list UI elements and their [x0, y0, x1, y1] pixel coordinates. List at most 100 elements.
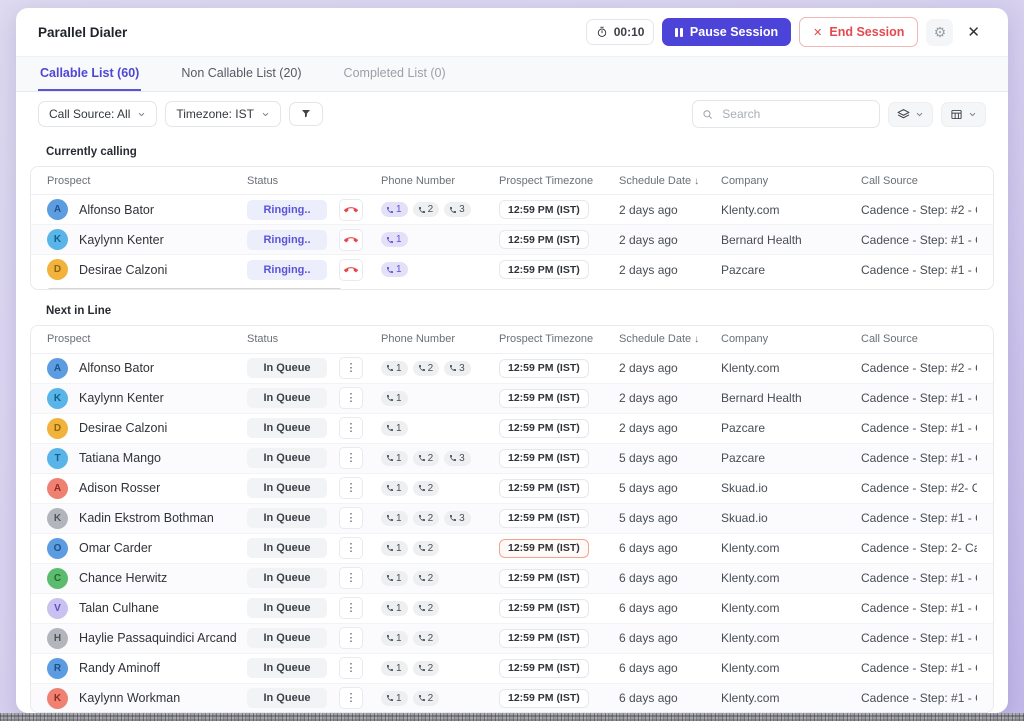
- filter-group: Call Source: All Timezone: IST: [38, 101, 323, 127]
- phone-icon: [418, 604, 426, 612]
- company: Klenty.com: [721, 361, 861, 375]
- next-in-line-title: Next in Line: [46, 305, 978, 317]
- prospect-name: Alfonso Bator: [79, 361, 154, 375]
- table-row: KKaylynn KenterRinging..112:59 PM (IST)2…: [31, 225, 993, 255]
- call-source: Cadence - Step: #1 - Ca...: [861, 511, 977, 525]
- table-tools: [692, 100, 986, 128]
- more-filters-button[interactable]: [289, 102, 323, 126]
- kebab-icon: ⋮: [346, 603, 357, 614]
- pause-session-button[interactable]: Pause Session: [662, 18, 791, 46]
- timezone-chip: 12:59 PM (IST): [499, 659, 589, 678]
- schedule-date: 2 days ago: [619, 263, 721, 277]
- phone-line-chip[interactable]: 1: [381, 391, 408, 406]
- phone-line-chip[interactable]: 1: [381, 451, 408, 466]
- call-source: Cadence - Step: #2 - Ca...: [861, 361, 977, 375]
- phone-line-chip[interactable]: 2: [413, 661, 440, 676]
- status-badge: In Queue: [247, 628, 327, 648]
- phone-line-chip[interactable]: 2: [413, 571, 440, 586]
- phone-line-chip[interactable]: 2: [413, 361, 440, 376]
- phone-line-chip[interactable]: 1: [381, 421, 408, 436]
- kebab-icon: ⋮: [346, 633, 357, 644]
- currently-calling-head: ProspectStatusPhone NumberProspect Timez…: [31, 167, 993, 195]
- phone-line-chip[interactable]: 1: [381, 511, 408, 526]
- phone-icon: [386, 236, 394, 244]
- row-menu-button[interactable]: ⋮: [339, 537, 363, 559]
- column-header[interactable]: Schedule Date↓: [619, 175, 721, 187]
- schedule-date: 5 days ago: [619, 481, 721, 495]
- phone-line-chip[interactable]: 1: [381, 202, 408, 217]
- phone-line-chip[interactable]: 3: [444, 451, 471, 466]
- timezone-filter[interactable]: Timezone: IST: [165, 101, 281, 127]
- kebab-icon: ⋮: [346, 543, 357, 554]
- hangup-button[interactable]: [339, 229, 363, 251]
- phone-line-chip[interactable]: 1: [381, 262, 408, 277]
- tab-non-callable-list[interactable]: Non Callable List (20): [179, 57, 303, 91]
- phone-line-chip[interactable]: 3: [444, 202, 471, 217]
- schedule-date: 6 days ago: [619, 631, 721, 645]
- hangup-button[interactable]: [339, 259, 363, 281]
- scrollbar-thumb[interactable]: [47, 288, 342, 290]
- row-menu-button[interactable]: ⋮: [339, 447, 363, 469]
- phone-line-chip[interactable]: 2: [413, 481, 440, 496]
- row-menu-button[interactable]: ⋮: [339, 657, 363, 679]
- phone-line-chip[interactable]: 1: [381, 571, 408, 586]
- phone-line-chip[interactable]: 2: [413, 202, 440, 217]
- columns-dropdown[interactable]: [941, 102, 986, 127]
- tab-completed-list[interactable]: Completed List (0): [342, 57, 448, 91]
- phone-line-chip[interactable]: 2: [413, 511, 440, 526]
- hangup-button[interactable]: [339, 199, 363, 221]
- phone-line-chip[interactable]: 1: [381, 691, 408, 706]
- row-menu-button[interactable]: ⋮: [339, 387, 363, 409]
- phone-line-chip[interactable]: 1: [381, 601, 408, 616]
- call-source-filter[interactable]: Call Source: All: [38, 101, 157, 127]
- currently-calling-rows: AAlfonso BatorRinging..12312:59 PM (IST)…: [31, 195, 993, 284]
- phone-line-chip[interactable]: 1: [381, 232, 408, 247]
- phone-line-chip[interactable]: 1: [381, 661, 408, 676]
- row-menu-button[interactable]: ⋮: [339, 597, 363, 619]
- row-menu-button[interactable]: ⋮: [339, 627, 363, 649]
- column-header: Company: [721, 175, 861, 187]
- row-menu-button[interactable]: ⋮: [339, 477, 363, 499]
- row-menu-button[interactable]: ⋮: [339, 507, 363, 529]
- phone-line-chip[interactable]: 2: [413, 451, 440, 466]
- phone-icon: [418, 634, 426, 642]
- phone-line-chip[interactable]: 3: [444, 511, 471, 526]
- avatar: V: [47, 598, 68, 619]
- company: Bernard Health: [721, 233, 861, 247]
- schedule-date: 6 days ago: [619, 661, 721, 675]
- tab-callable-list[interactable]: Callable List (60): [38, 57, 141, 91]
- phone-icon: [386, 664, 394, 672]
- phone-line-chip[interactable]: 2: [413, 541, 440, 556]
- column-header[interactable]: Schedule Date↓: [619, 333, 721, 345]
- schedule-date: 5 days ago: [619, 451, 721, 465]
- phone-line-chip[interactable]: 1: [381, 631, 408, 646]
- schedule-date: 6 days ago: [619, 691, 721, 705]
- table-row: OOmar CarderIn Queue⋮1212:59 PM (IST)6 d…: [31, 534, 993, 564]
- schedule-date: 2 days ago: [619, 361, 721, 375]
- settings-button[interactable]: ⚙: [926, 19, 953, 46]
- prospect-name: Desirae Calzoni: [79, 421, 167, 435]
- phone-line-chip[interactable]: 2: [413, 691, 440, 706]
- layers-dropdown[interactable]: [888, 102, 933, 127]
- next-in-line-head: ProspectStatusPhone NumberProspect Timez…: [31, 326, 993, 354]
- phone-line-chip[interactable]: 1: [381, 361, 408, 376]
- next-in-line-rows: AAlfonso BatorIn Queue⋮12312:59 PM (IST)…: [31, 354, 993, 713]
- hangup-icon: [344, 263, 358, 277]
- row-menu-button[interactable]: ⋮: [339, 567, 363, 589]
- phone-line-chip[interactable]: 3: [444, 361, 471, 376]
- phone-line-chip[interactable]: 2: [413, 631, 440, 646]
- phone-icon: [418, 694, 426, 702]
- table-row: VTalan CulhaneIn Queue⋮1212:59 PM (IST)6…: [31, 594, 993, 624]
- search-box: [692, 100, 880, 128]
- search-input[interactable]: [720, 106, 870, 122]
- currently-calling-table: ProspectStatusPhone NumberProspect Timez…: [30, 166, 994, 290]
- company: Bernard Health: [721, 391, 861, 405]
- row-menu-button[interactable]: ⋮: [339, 687, 363, 709]
- end-session-button[interactable]: ✕ End Session: [799, 17, 918, 47]
- phone-line-chip[interactable]: 1: [381, 481, 408, 496]
- phone-line-chip[interactable]: 1: [381, 541, 408, 556]
- row-menu-button[interactable]: ⋮: [339, 417, 363, 439]
- phone-line-chip[interactable]: 2: [413, 601, 440, 616]
- row-menu-button[interactable]: ⋮: [339, 357, 363, 379]
- close-button[interactable]: ✕: [961, 21, 986, 43]
